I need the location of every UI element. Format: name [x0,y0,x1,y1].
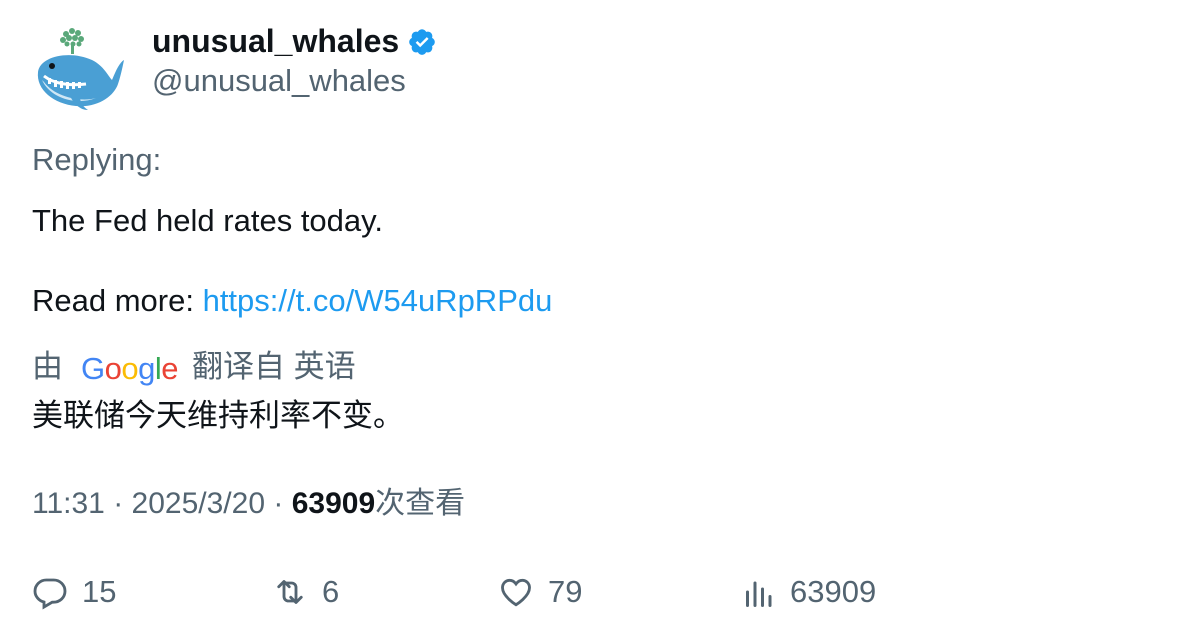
google-letter: G [81,351,105,386]
read-more-label: Read more: [32,283,203,318]
retweet-count: 6 [322,574,340,609]
like-button[interactable]: 79 [498,570,582,614]
translated-text: 美联储今天维持利率不变。 [32,398,404,433]
read-more-line: Read more: https://t.co/W54uRpRPdu [32,283,552,319]
replying-label: Replying: [32,142,162,177]
views-button[interactable]: 63909 [740,570,876,614]
tweet-time[interactable]: 11:31 [32,487,105,520]
meta-separator: · [273,487,284,520]
translated-from-label: 翻译自 英语 [192,349,356,384]
retweet-icon [277,580,303,604]
tweet-text: The Fed held rates today. [32,203,383,238]
views-count: 63909 [291,487,376,520]
analytics-icon [746,581,772,607]
views-action-count: 63909 [790,574,877,609]
tweet-date[interactable]: 2025/3/20 [132,487,265,520]
reply-button[interactable]: 15 [32,570,116,614]
translated-by-label: 由 [32,349,63,384]
tweet-meta: 11:31 · 2025/3/20 · 63909次查看 [32,486,465,522]
google-letter: o [104,351,122,386]
avatar[interactable] [30,24,126,114]
reply-icon [33,578,67,610]
display-name-text: unusual_whales [152,23,400,59]
google-letter: o [121,351,139,386]
reply-count: 15 [82,574,117,609]
tweet-link[interactable]: https://t.co/W54uRpRPdu [203,283,553,318]
author-handle[interactable]: @unusual_whales [152,63,406,99]
meta-separator: · [113,487,124,520]
google-letter: g [138,351,155,386]
whale-avatar-icon [37,28,124,110]
views-label: 次查看 [375,487,466,520]
verified-badge-icon [409,29,435,55]
like-count: 79 [548,574,583,609]
author-display-name[interactable]: unusual_whales [152,22,437,60]
google-letter: e [161,351,179,386]
google-logo[interactable]: Google [81,350,179,388]
translation-attribution: 由 Google 翻译自 英语 [32,348,356,388]
heart-icon [501,578,531,607]
retweet-button[interactable]: 6 [272,570,339,614]
